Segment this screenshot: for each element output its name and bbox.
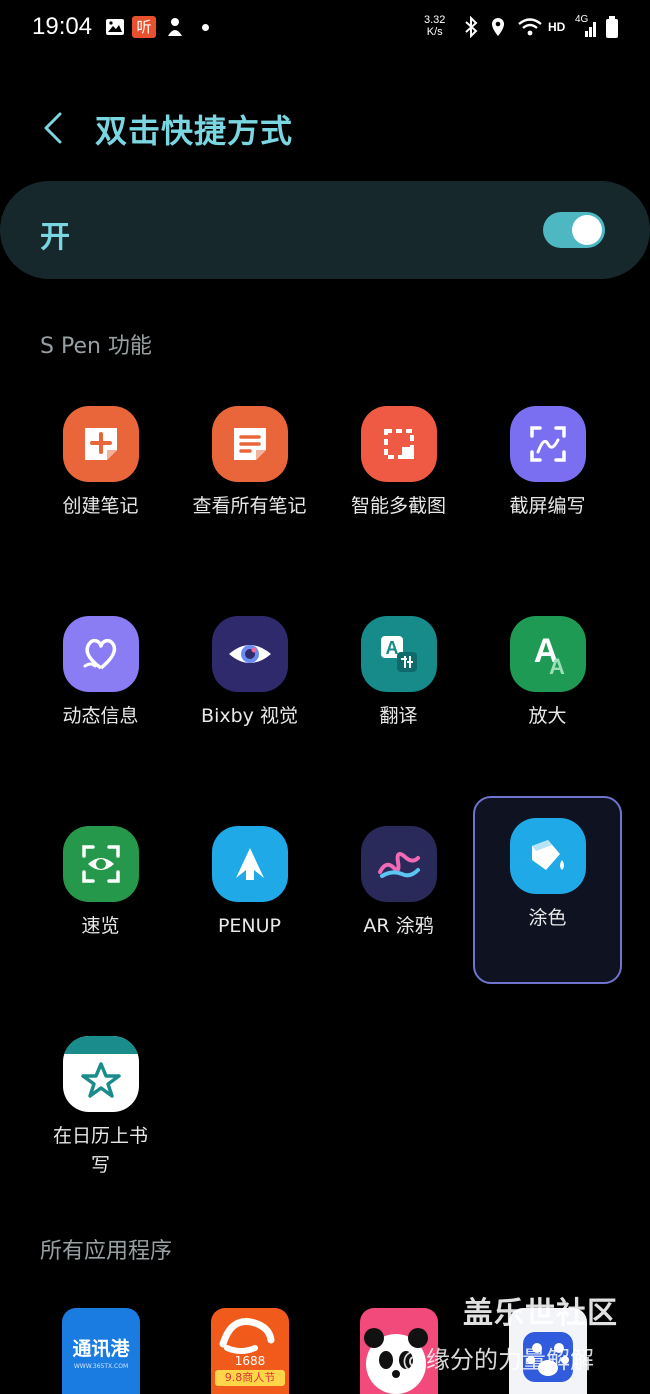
watermark-community: 盖乐世社区 <box>463 1296 618 1331</box>
screen-write-icon <box>510 406 586 482</box>
signal-icon <box>578 14 600 40</box>
app-logo-url: WWW.365TX.COM <box>73 1363 129 1370</box>
svg-text:A: A <box>386 638 399 658</box>
app-label: 速览 <box>81 915 120 937</box>
app-logo-text: 通讯港 <box>72 1338 130 1360</box>
chevron-left-icon <box>44 112 62 144</box>
app-label: 创建笔记 <box>62 495 139 517</box>
translate-icon: A <box>361 616 437 692</box>
app-tongxungang[interactable]: 通讯港 WWW.365TX.COM <box>62 1308 140 1394</box>
status-bar: 19:04 听 3.32 K/s HD 4G <box>0 0 650 58</box>
battery-icon <box>604 14 620 40</box>
app-ar-doodle[interactable]: AR 涂鸦 <box>324 804 473 992</box>
page-title: 双击快捷方式 <box>95 112 294 150</box>
live-message-icon <box>63 616 139 692</box>
app-bixby-vision[interactable]: Bixby 视觉 <box>175 594 324 782</box>
app-label: 截屏编写 <box>509 495 586 517</box>
app-penup[interactable]: PENUP <box>175 804 324 992</box>
app-logo-number: 1688 <box>234 1354 266 1368</box>
clock: 19:04 <box>32 13 93 40</box>
bixby-vision-icon <box>212 616 288 692</box>
section-all-apps: 所有应用程序 <box>40 1239 173 1264</box>
smart-select-icon <box>361 406 437 482</box>
app-label: 翻译 <box>379 705 418 727</box>
wifi-icon <box>516 14 544 40</box>
dot-icon <box>199 14 211 40</box>
app-label: 动态信息 <box>62 705 139 727</box>
app-label: 放大 <box>528 705 567 727</box>
penup-icon <box>212 826 288 902</box>
toggle-label: 开 <box>40 220 70 255</box>
app-glance[interactable]: 速览 <box>26 804 175 992</box>
back-button[interactable] <box>38 108 68 148</box>
app-create-note[interactable]: 创建笔记 <box>26 384 175 572</box>
switch-knob <box>572 215 602 245</box>
app-logo-event: 9.8商人节 <box>215 1370 285 1386</box>
app-coloring-selected[interactable]: 涂色 <box>473 796 622 984</box>
app-view-all-notes[interactable]: 查看所有笔记 <box>175 384 324 572</box>
app-label: 查看所有笔记 <box>192 495 307 517</box>
ar-doodle-icon <box>361 826 437 902</box>
game-icon <box>163 14 187 40</box>
glance-icon <box>63 826 139 902</box>
app-label: 在日历上书写 <box>52 1125 148 1176</box>
hd-label: HD <box>548 20 566 34</box>
app-smart-select[interactable]: 智能多截图 <box>324 384 473 572</box>
location-icon <box>488 14 508 40</box>
paint-bucket-icon <box>510 818 586 894</box>
network-speed: 3.32 K/s <box>424 14 446 38</box>
app-label: Bixby 视觉 <box>201 705 298 727</box>
watermark-author: @缘分的力量解解 <box>402 1346 594 1374</box>
gallery-icon <box>104 14 126 40</box>
calendar-write-icon <box>63 1036 139 1112</box>
app-screen-write[interactable]: 截屏编写 <box>473 384 622 572</box>
app-alibaba-1688[interactable]: 1688 9.8商人节 <box>211 1308 289 1394</box>
notes-icon <box>212 406 288 482</box>
app-label: PENUP <box>217 915 282 937</box>
svg-text:A: A <box>549 654 565 678</box>
ting-app-icon: 听 <box>131 14 157 40</box>
app-label: AR 涂鸦 <box>363 915 434 937</box>
app-write-on-calendar[interactable]: 在日历上书写 <box>26 1014 175 1204</box>
app-label: 智能多截图 <box>350 495 446 517</box>
section-spen-features: S Pen 功能 <box>40 334 152 359</box>
bluetooth-icon <box>460 14 482 40</box>
master-switch[interactable] <box>543 212 605 248</box>
create-note-icon <box>63 406 139 482</box>
magnify-icon: AA <box>510 616 586 692</box>
app-translate[interactable]: A 翻译 <box>324 594 473 782</box>
app-live-message[interactable]: 动态信息 <box>26 594 175 782</box>
app-label: 涂色 <box>528 907 567 929</box>
app-magnify[interactable]: AA 放大 <box>473 594 622 782</box>
